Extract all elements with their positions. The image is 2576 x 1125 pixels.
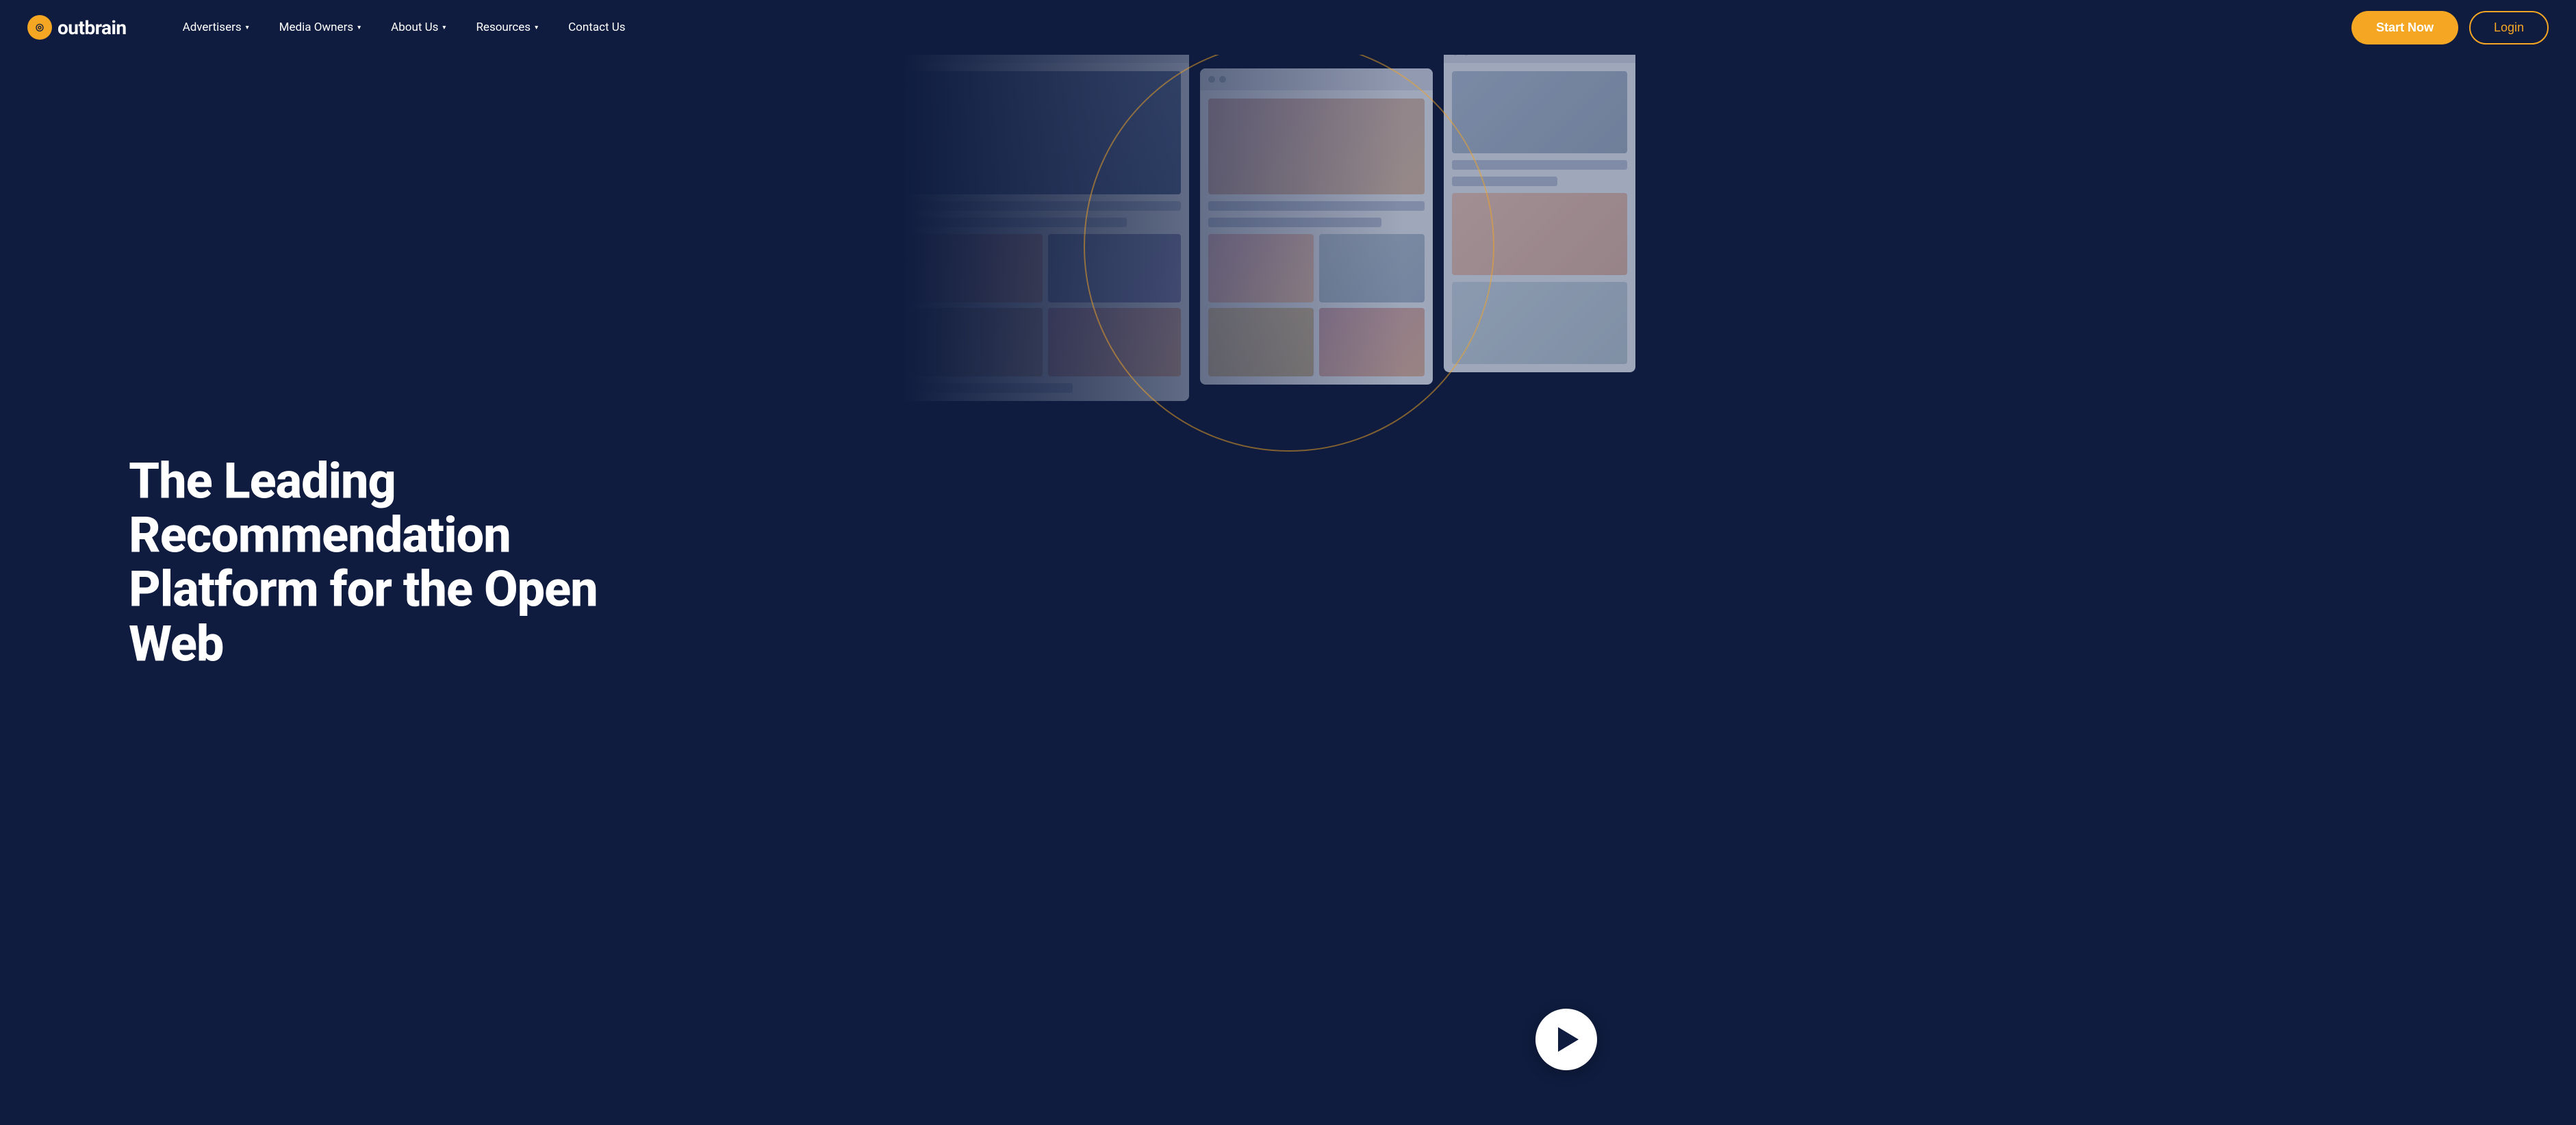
- mock-screen-3: [1444, 41, 1635, 372]
- nav-item-about-us[interactable]: About Us ▾: [376, 14, 461, 41]
- grid-image: [1208, 234, 1314, 302]
- screen-header: [1200, 68, 1433, 90]
- grid-image: [910, 234, 1043, 302]
- screen-content: [1444, 63, 1635, 372]
- logo[interactable]: ◎ outbrain: [27, 15, 127, 40]
- screen-text: [1208, 218, 1381, 227]
- nav-item-advertisers[interactable]: Advertisers ▾: [168, 14, 264, 41]
- play-icon: [1558, 1027, 1579, 1052]
- start-now-button[interactable]: Start Now: [2351, 11, 2458, 44]
- grid-image: [1048, 234, 1181, 302]
- screen-text: [910, 201, 1181, 211]
- play-button[interactable]: [1535, 1009, 1597, 1070]
- login-button[interactable]: Login: [2469, 11, 2549, 44]
- grid-image: [1452, 193, 1627, 275]
- logo-icon: ◎: [27, 15, 52, 40]
- mock-screen-1: [902, 41, 1189, 401]
- hero-heading: The Leading Recommendation Platform for …: [129, 454, 608, 671]
- background-screens: [902, 0, 2576, 1125]
- chevron-down-icon: ▾: [246, 24, 249, 31]
- grid-image: [1319, 308, 1425, 376]
- screen-banner: [1208, 99, 1425, 194]
- grid-image: [1452, 282, 1627, 364]
- hero-content: The Leading Recommendation Platform for …: [129, 454, 608, 671]
- screen-content: [1200, 90, 1433, 385]
- screen-text: [1452, 160, 1627, 170]
- screen-image-grid: [1208, 234, 1425, 376]
- nav-item-resources[interactable]: Resources ▾: [461, 14, 553, 41]
- screen-text: [1452, 177, 1557, 186]
- nav-item-media-owners[interactable]: Media Owners ▾: [264, 14, 376, 41]
- mock-screen-2: [1200, 68, 1433, 385]
- grid-image: [1208, 308, 1314, 376]
- grid-image: [1048, 308, 1181, 376]
- screen-dot: [1208, 76, 1215, 83]
- hero-section: The Leading Recommendation Platform for …: [0, 0, 2576, 1125]
- chevron-down-icon: ▾: [535, 24, 538, 31]
- screen-text: [1208, 201, 1425, 211]
- chevron-down-icon: ▾: [357, 24, 361, 31]
- screen-dot: [1219, 76, 1226, 83]
- screen-text: [910, 218, 1127, 227]
- chevron-down-icon: ▾: [442, 24, 446, 31]
- screen-banner: [1452, 71, 1627, 153]
- screen-banner: [910, 71, 1181, 194]
- nav-links: Advertisers ▾ Media Owners ▾ About Us ▾ …: [168, 14, 2351, 41]
- navbar: ◎ outbrain Advertisers ▾ Media Owners ▾ …: [0, 0, 2576, 55]
- logo-text: outbrain: [58, 16, 127, 39]
- grid-image: [1319, 234, 1425, 302]
- screen-text: [910, 383, 1073, 393]
- screen-content: [902, 63, 1189, 401]
- nav-item-contact-us[interactable]: Contact Us: [553, 14, 640, 41]
- grid-image: [910, 308, 1043, 376]
- nav-actions: Start Now Login: [2351, 11, 2549, 44]
- screen-image-grid: [910, 234, 1181, 376]
